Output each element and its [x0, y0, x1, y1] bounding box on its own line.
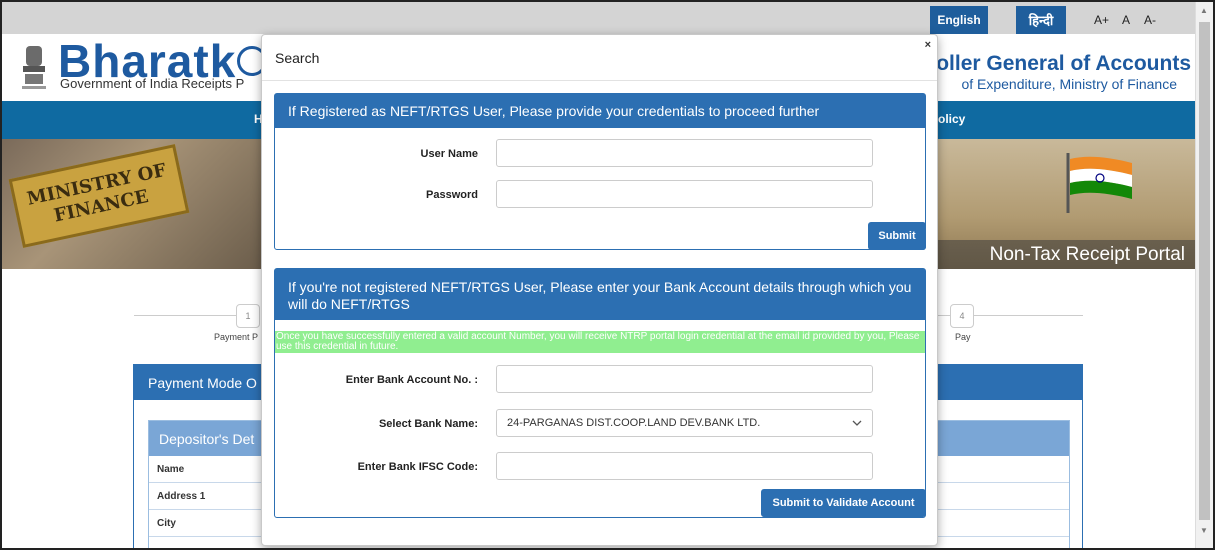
- credential-notice: Once you have successfully entered a val…: [275, 331, 925, 353]
- ministry-banner-image: MINISTRY OF FINANCE: [2, 139, 262, 269]
- registered-user-panel: If Registered as NEFT/RTGS User, Please …: [274, 93, 926, 250]
- unregistered-user-panel: If you're not registered NEFT/RTGS User,…: [274, 268, 926, 518]
- hindi-language-button[interactable]: हिन्दी: [1016, 6, 1066, 34]
- page-scrollbar[interactable]: ▲ ▼: [1195, 2, 1213, 548]
- bank-account-label: Enter Bank Account No. :: [345, 374, 478, 386]
- submit-button[interactable]: Submit: [868, 222, 926, 250]
- bank-name-selected: 24-PARGANAS DIST.COOP.LAND DEV.BANK LTD.: [507, 417, 761, 429]
- english-language-button[interactable]: English: [930, 6, 988, 34]
- scroll-thumb[interactable]: [1199, 22, 1210, 520]
- modal-title: Search: [275, 50, 320, 66]
- portal-label: Non-Tax Receipt Portal: [936, 240, 1195, 269]
- password-input[interactable]: [496, 180, 873, 208]
- national-emblem-icon: [22, 46, 46, 89]
- bank-name-label: Select Bank Name:: [378, 418, 478, 430]
- nav-item-policy[interactable]: olicy: [938, 112, 965, 126]
- ministry-sign: MINISTRY OF FINANCE: [8, 144, 190, 248]
- validate-account-button[interactable]: Submit to Validate Account: [761, 489, 926, 517]
- font-normal-button[interactable]: A: [1122, 13, 1130, 27]
- cga-subtitle: of Expenditure, Ministry of Finance: [961, 76, 1177, 92]
- logo-subtitle: Government of India Receipts P: [60, 76, 245, 91]
- step-1-circle: 1: [236, 304, 260, 328]
- password-label: Password: [426, 189, 478, 201]
- step-4-circle: 4: [950, 304, 974, 328]
- scroll-down-icon[interactable]: ▼: [1200, 526, 1208, 535]
- bank-account-input[interactable]: [496, 365, 873, 393]
- font-decrease-button[interactable]: A-: [1144, 13, 1156, 27]
- parliament-banner-image: Non-Tax Receipt Portal: [936, 139, 1195, 269]
- search-modal: Search × If Registered as NEFT/RTGS User…: [261, 34, 938, 546]
- cga-title: roller General of Accounts: [928, 52, 1191, 75]
- username-label: User Name: [420, 148, 478, 160]
- font-increase-button[interactable]: A+: [1094, 13, 1109, 27]
- bank-name-select[interactable]: 24-PARGANAS DIST.COOP.LAND DEV.BANK LTD.: [496, 409, 873, 437]
- scroll-up-icon[interactable]: ▲: [1200, 6, 1208, 15]
- indian-flag-icon: [1066, 153, 1132, 213]
- step-4-label: Pay: [955, 332, 971, 342]
- username-input[interactable]: [496, 139, 873, 167]
- close-icon[interactable]: ×: [925, 39, 931, 51]
- ifsc-label: Enter Bank IFSC Code:: [357, 461, 478, 473]
- ifsc-input[interactable]: [496, 452, 873, 480]
- step-1-label: Payment P: [214, 332, 259, 342]
- modal-divider: [262, 80, 937, 81]
- top-bar: English हिन्दी A+ A A-: [2, 2, 1195, 34]
- unregistered-panel-heading: If you're not registered NEFT/RTGS User,…: [275, 269, 925, 320]
- registered-panel-heading: If Registered as NEFT/RTGS User, Please …: [275, 94, 925, 128]
- chevron-down-icon: [852, 420, 862, 426]
